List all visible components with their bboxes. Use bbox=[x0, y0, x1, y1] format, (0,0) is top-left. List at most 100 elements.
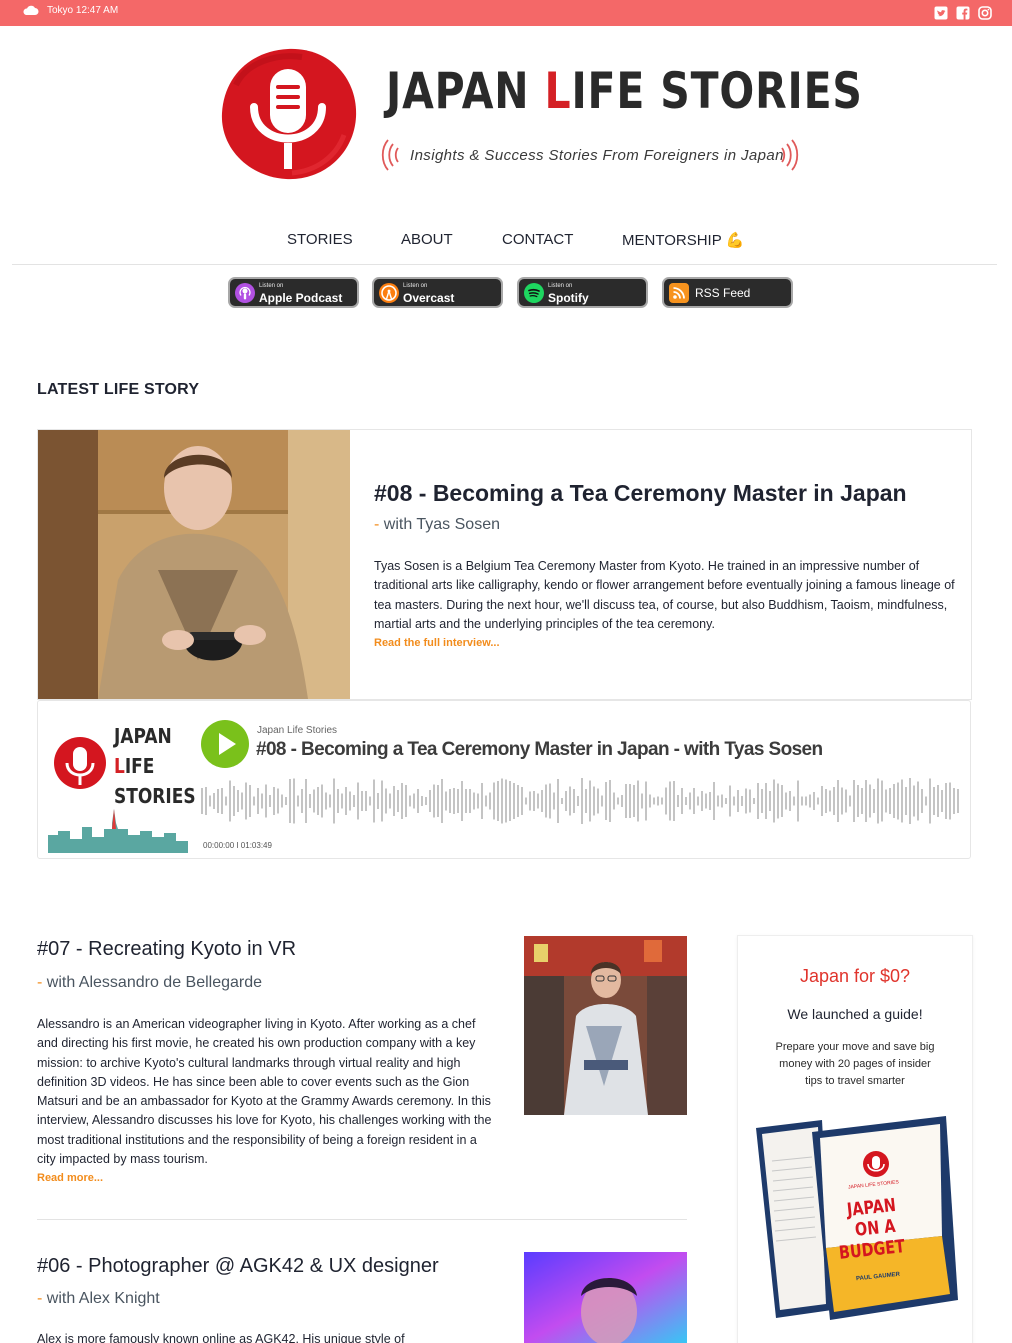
featured-episode-photo[interactable] bbox=[38, 430, 350, 699]
episode-07-thumbnail[interactable] bbox=[524, 936, 687, 1115]
audio-waveform[interactable] bbox=[201, 776, 961, 826]
waveform-bar bbox=[673, 781, 675, 821]
waveform-bar bbox=[437, 785, 439, 817]
waveform-bar bbox=[805, 796, 807, 806]
waveform-bar bbox=[313, 789, 315, 813]
waveform-bar bbox=[577, 796, 579, 806]
waveform-bar bbox=[777, 783, 779, 819]
waveform-bar bbox=[829, 790, 831, 812]
waveform-bar bbox=[713, 782, 715, 820]
rss-feed-button[interactable]: RSS Feed bbox=[662, 277, 793, 308]
promo-subtitle: We launched a guide! bbox=[787, 1006, 923, 1022]
waveform-bar bbox=[893, 784, 895, 818]
waveform-bar bbox=[785, 792, 787, 810]
episode-divider bbox=[37, 1219, 687, 1220]
waveform-bar bbox=[609, 780, 611, 822]
waveform-bar bbox=[637, 780, 639, 822]
player-episode-title: #08 - Becoming a Tea Ceremony Master in … bbox=[256, 739, 823, 760]
waveform-bar bbox=[841, 787, 843, 815]
waveform-bar bbox=[349, 791, 351, 811]
waveform-bar bbox=[573, 789, 575, 813]
play-button[interactable] bbox=[201, 720, 249, 768]
featured-read-more-link[interactable]: Read the full interview... bbox=[374, 637, 500, 649]
overcast-button[interactable]: Listen on Overcast bbox=[372, 277, 503, 308]
waveform-bar bbox=[441, 779, 443, 823]
waveform-bar bbox=[825, 789, 827, 813]
waveform-bar bbox=[449, 789, 451, 813]
waveform-bar bbox=[909, 778, 911, 824]
waveform-bar bbox=[677, 795, 679, 807]
nav-about[interactable]: ABOUT bbox=[401, 231, 453, 248]
apple-podcast-button[interactable]: Listen on Apple Podcast bbox=[228, 277, 359, 308]
waveform-bar bbox=[229, 780, 231, 822]
featured-episode-guest: - with Tyas Sosen bbox=[374, 516, 500, 533]
cloud-icon bbox=[23, 5, 39, 15]
spotify-button[interactable]: Listen on Spotify bbox=[517, 277, 648, 308]
featured-episode-title[interactable]: #08 - Becoming a Tea Ceremony Master in … bbox=[374, 480, 907, 507]
guide-book-cover[interactable]: JAPAN LIFE STORIES JAPAN ON A BUDGET PAU… bbox=[752, 1116, 962, 1326]
waveform-bar bbox=[957, 789, 959, 813]
apple-podcast-icon bbox=[235, 283, 255, 303]
waveform-bar bbox=[413, 793, 415, 809]
latest-section-title: LATEST LIFE STORY bbox=[37, 381, 200, 398]
nav-contact[interactable]: CONTACT bbox=[502, 231, 573, 248]
waveform-bar bbox=[837, 780, 839, 822]
waveform-bar bbox=[273, 787, 275, 815]
twitter-icon[interactable] bbox=[934, 6, 948, 20]
waveform-bar bbox=[385, 788, 387, 814]
waveform-bar bbox=[745, 788, 747, 814]
podcast-player: JAPAN LIFE STORIES Japan Life Stories #0… bbox=[37, 700, 971, 859]
waveform-bar bbox=[381, 780, 383, 822]
episode-06-title[interactable]: #06 - Photographer @ AGK42 & UX designer bbox=[37, 1255, 439, 1278]
waveform-bar bbox=[865, 780, 867, 822]
main-nav: STORIES ABOUT CONTACT MENTORSHIP 💪 bbox=[0, 231, 1012, 251]
nav-stories[interactable]: STORIES bbox=[287, 231, 353, 248]
waveform-bar bbox=[685, 797, 687, 805]
waveform-bar bbox=[305, 779, 307, 823]
sound-wave-left-icon bbox=[381, 139, 399, 171]
episode-06-guest: - with Alex Knight bbox=[37, 1290, 160, 1307]
podcast-logo-icon[interactable] bbox=[216, 45, 360, 185]
episode-07-read-more-link[interactable]: Read more... bbox=[37, 1172, 103, 1184]
episode-07-description: Alessandro is an American videographer l… bbox=[37, 1017, 492, 1167]
waveform-bar bbox=[369, 796, 371, 806]
waveform-bar bbox=[721, 794, 723, 808]
waveform-bar bbox=[581, 778, 583, 824]
waveform-bar bbox=[941, 790, 943, 812]
waveform-bar bbox=[501, 778, 503, 824]
instagram-icon[interactable] bbox=[978, 6, 992, 20]
weather-text: Tokyo 12:47 AM bbox=[47, 5, 119, 16]
waveform-bar bbox=[489, 792, 491, 810]
waveform-bar bbox=[217, 789, 219, 813]
waveform-bar bbox=[245, 782, 247, 820]
episode-07-title[interactable]: #07 - Recreating Kyoto in VR bbox=[37, 938, 296, 961]
episode-06-thumbnail[interactable] bbox=[524, 1252, 687, 1343]
top-bar: Tokyo 12:47 AM bbox=[0, 0, 1012, 26]
waveform-bar bbox=[421, 796, 423, 806]
site-title[interactable]: Japan Life Stories bbox=[386, 62, 863, 120]
waveform-bar bbox=[809, 794, 811, 808]
waveform-bar bbox=[661, 797, 663, 805]
waveform-bar bbox=[505, 779, 507, 823]
waveform-bar bbox=[309, 794, 311, 808]
waveform-bar bbox=[589, 780, 591, 822]
waveform-bar bbox=[289, 779, 291, 823]
waveform-bar bbox=[225, 796, 227, 806]
waveform-bar bbox=[461, 781, 463, 821]
waveform-bar bbox=[717, 795, 719, 807]
waveform-bar bbox=[485, 795, 487, 807]
waveform-bar bbox=[277, 788, 279, 814]
spotify-icon bbox=[524, 283, 544, 303]
waveform-bar bbox=[869, 784, 871, 818]
facebook-icon[interactable] bbox=[956, 6, 970, 20]
overcast-icon bbox=[379, 283, 399, 303]
waveform-bar bbox=[657, 796, 659, 806]
waveform-bar bbox=[801, 796, 803, 806]
waveform-bar bbox=[365, 791, 367, 811]
nav-mentorship[interactable]: MENTORSHIP 💪 bbox=[622, 231, 744, 249]
player-time: 00:00:00 I 01:03:49 bbox=[203, 841, 272, 850]
waveform-bar bbox=[345, 787, 347, 815]
waveform-bar bbox=[885, 789, 887, 813]
waveform-bar bbox=[945, 783, 947, 819]
waveform-bar bbox=[321, 784, 323, 818]
